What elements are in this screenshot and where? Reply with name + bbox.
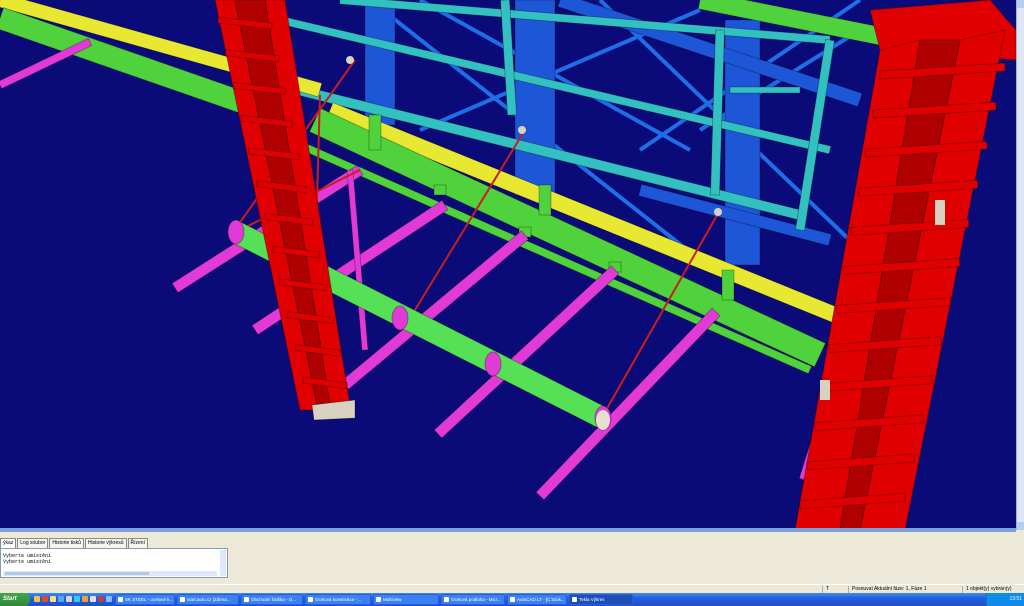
pipe-flange — [484, 351, 502, 377]
red-column-left — [214, 0, 356, 421]
green-stub — [433, 184, 447, 196]
window-icon — [244, 597, 249, 602]
desktop-icon[interactable] — [58, 596, 64, 602]
green-stub — [538, 184, 552, 216]
command-console[interactable]: Vyberte umístění Vyberte umístění — [0, 548, 228, 578]
green-stub — [368, 114, 382, 151]
console-line: Vyberte umístění — [3, 559, 52, 565]
rod-connector — [518, 126, 526, 134]
taskbar-window-button[interactable]: AutoCAD LT - [C:\Dok... — [507, 594, 567, 605]
taskbar-window-button[interactable]: start.auto.cz [Zdena... — [177, 594, 239, 605]
cyan-rail — [729, 86, 801, 94]
calc-icon[interactable] — [82, 596, 88, 602]
status-mode: T — [822, 586, 846, 593]
console-scrollbar[interactable] — [220, 550, 226, 576]
taskbar-window-button[interactable]: Obchodní fotiška - O... — [241, 594, 303, 605]
status-move: Posouvat Aktuální fáze: 1, Fáze 1 — [848, 586, 960, 593]
network-icon[interactable] — [106, 596, 112, 602]
pdf-icon[interactable] — [98, 596, 104, 602]
pipe-end-cap — [596, 410, 610, 430]
scroll-thumb[interactable] — [5, 572, 149, 575]
start-button[interactable]: Start — [0, 593, 30, 606]
rod-connector — [346, 56, 354, 64]
taskbar-window-button[interactable]: SK STEEL - ocelové k... — [115, 594, 175, 605]
bracket — [935, 200, 945, 225]
system-tray-clock: 13:51 — [986, 593, 1024, 606]
window-icon — [308, 597, 313, 602]
pipe-flange — [391, 305, 409, 331]
pipe-flange — [227, 219, 245, 245]
bracket — [820, 380, 830, 400]
taskbar-window-button[interactable]: Ocelová podlaha - Micr... — [441, 594, 505, 605]
scroll-down-icon[interactable] — [1017, 522, 1024, 530]
folder-icon[interactable] — [34, 596, 40, 602]
scroll-up-icon[interactable] — [1017, 0, 1024, 8]
mail-icon[interactable] — [50, 596, 56, 602]
green-stub — [721, 269, 735, 301]
window-icon — [180, 597, 185, 602]
taskbar-window-button[interactable]: Ocelová konstrukce -... — [305, 594, 371, 605]
window-icon — [572, 597, 577, 602]
window-icon — [444, 597, 449, 602]
explorer-icon[interactable] — [74, 596, 80, 602]
model-viewport[interactable] — [0, 0, 1024, 530]
browser-icon[interactable] — [42, 596, 48, 602]
blue-column — [514, 0, 556, 196]
viewport-vertical-scrollbar[interactable] — [1016, 0, 1024, 530]
taskbar-window-button[interactable]: Multiview — [373, 594, 439, 605]
taskbar-window-button-active[interactable]: Tekla Výkres — [569, 594, 633, 605]
console-horizontal-scrollbar[interactable] — [3, 571, 217, 576]
app-icon[interactable] — [66, 596, 72, 602]
status-selection: 1 objekt(y) vybrán(y) — [962, 586, 1024, 593]
notepad-icon[interactable] — [90, 596, 96, 602]
rod-connector — [714, 208, 722, 216]
window-icon — [118, 597, 123, 602]
window-icon — [510, 597, 515, 602]
windows-taskbar: Start SK STEEL - ocelové k... start.auto… — [0, 593, 1024, 606]
window-icon — [376, 597, 381, 602]
steel-structure-3d-model[interactable] — [0, 0, 1016, 530]
